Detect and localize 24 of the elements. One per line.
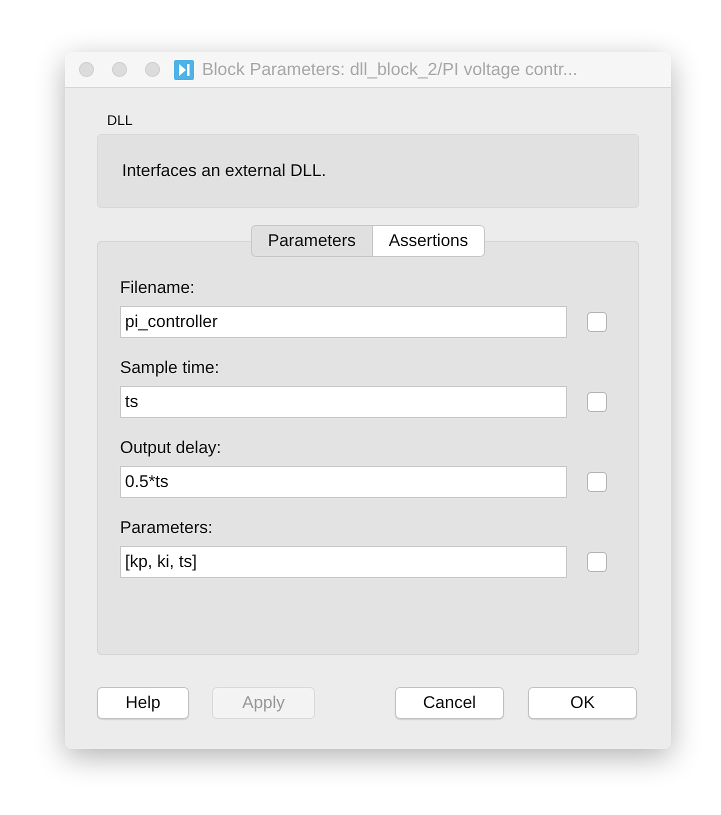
window-title: Block Parameters: dll_block_2/PI voltage contr... <box>202 59 578 80</box>
tab[interactable]: Assertions <box>372 225 486 257</box>
play-block-icon <box>174 60 194 80</box>
zoom-button[interactable] <box>145 62 160 77</box>
input-field[interactable]: [kp, ki, ts] <box>120 546 567 578</box>
input-field[interactable]: 0.5*ts <box>120 466 567 498</box>
dialog-button[interactable]: Help <box>97 687 189 719</box>
input-field[interactable]: pi_controller <box>120 306 567 338</box>
field-label: Sample time: <box>120 358 220 378</box>
tab[interactable]: Parameters <box>250 225 372 257</box>
field-label: Filename: <box>120 278 196 298</box>
field-label: Output delay: <box>120 438 222 458</box>
block-description: Interfaces an external DLL. <box>122 161 326 181</box>
minimize-button[interactable] <box>112 62 127 77</box>
input-field[interactable]: ts <box>120 386 567 418</box>
block-name: DLL <box>107 112 134 128</box>
field-label: Parameters: <box>120 518 214 538</box>
checkbox[interactable] <box>587 312 607 332</box>
checkbox[interactable] <box>587 392 607 412</box>
dialog-button[interactable]: OK <box>528 687 637 719</box>
close-button[interactable] <box>79 62 94 77</box>
checkbox[interactable] <box>587 472 607 492</box>
dialog-button[interactable]: Cancel <box>395 687 504 719</box>
checkbox[interactable] <box>587 552 607 572</box>
